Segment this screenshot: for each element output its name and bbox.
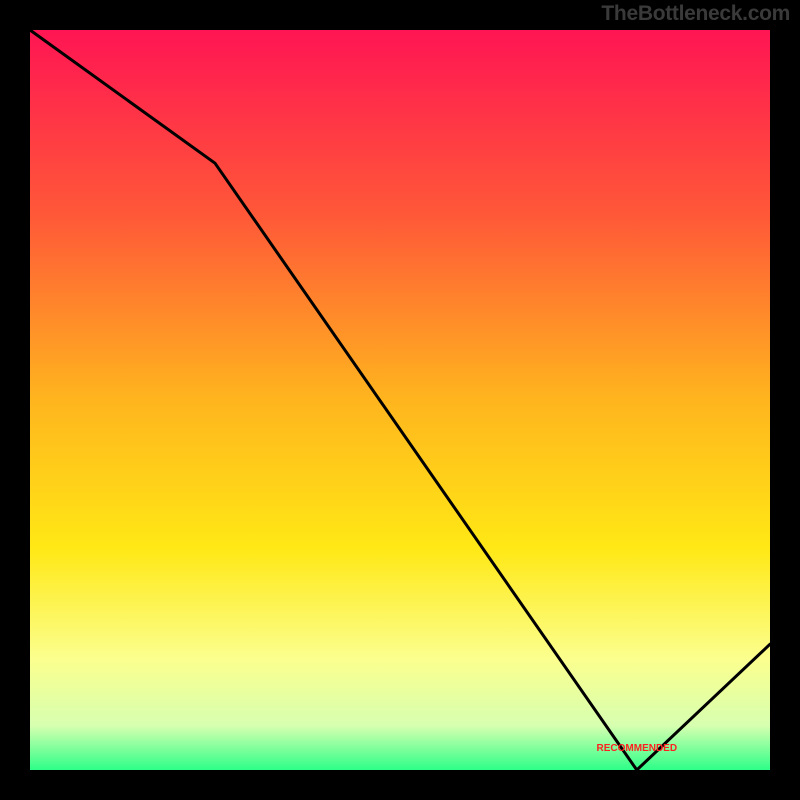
- chart-frame: TheBottleneck.com RECOMMENDED: [0, 0, 800, 800]
- recommended-annotation: RECOMMENDED: [597, 743, 678, 754]
- watermark-text: TheBottleneck.com: [601, 2, 790, 26]
- data-line-layer: [30, 30, 770, 770]
- plot-area: RECOMMENDED: [30, 30, 770, 770]
- data-line: [30, 30, 770, 770]
